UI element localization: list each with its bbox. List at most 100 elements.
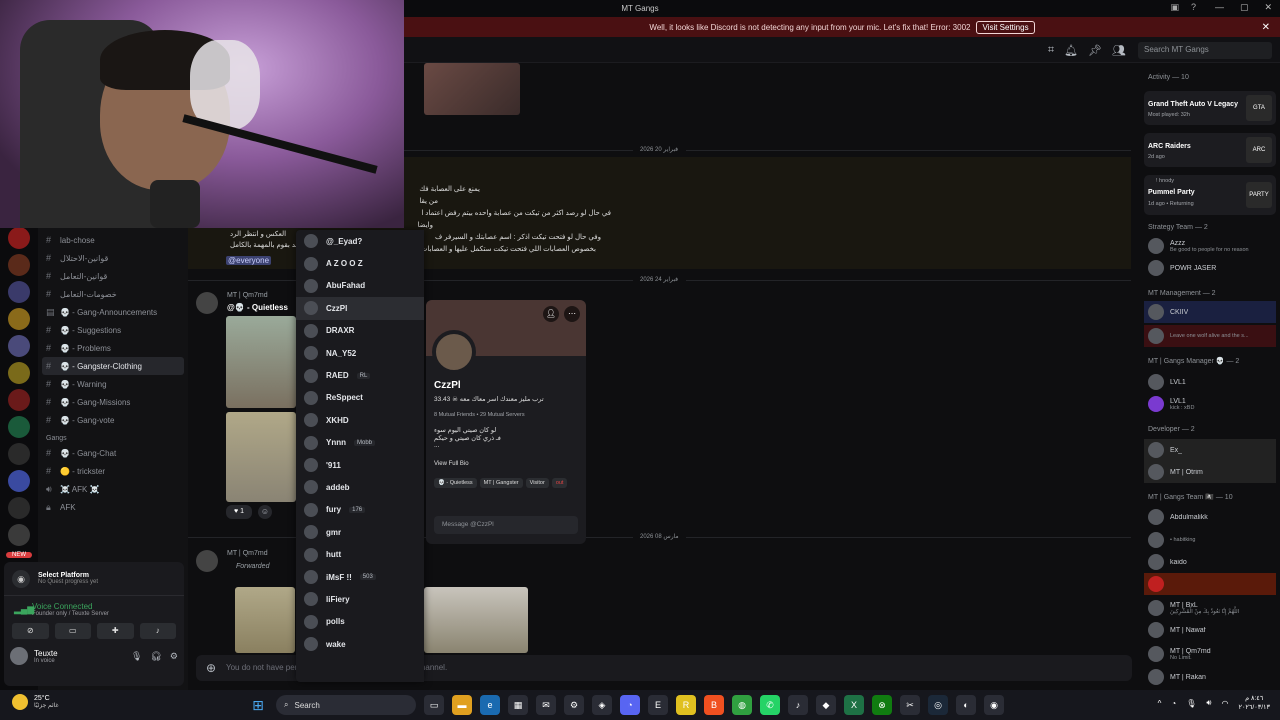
avatar[interactable] — [196, 292, 218, 314]
signal-icon[interactable]: ▂▄▆ — [14, 604, 34, 615]
discord-icon[interactable]: ◔ — [620, 695, 640, 715]
server-icon[interactable] — [8, 281, 30, 303]
activity-card[interactable]: Grand Theft Auto V Legacy Most played: 3… — [1144, 91, 1276, 125]
channel-item[interactable]: # 💀 - Warning — [38, 375, 188, 393]
settings-icon[interactable]: ⚙ — [564, 695, 584, 715]
message-image[interactable] — [226, 316, 296, 408]
pin-icon[interactable]: 📌︎ — [1088, 44, 1102, 57]
store-icon[interactable]: ▦ — [508, 695, 528, 715]
xbox-icon[interactable]: ⊗ — [872, 695, 892, 715]
minimize-icon[interactable]: — — [1215, 2, 1224, 13]
avatar[interactable] — [196, 550, 218, 572]
close-window-icon[interactable]: ✕ — [1264, 2, 1272, 13]
help-icon[interactable]: ? — [1191, 2, 1196, 13]
profile-name[interactable]: CzzPl — [434, 380, 461, 391]
server-icon[interactable] — [8, 227, 30, 249]
settings-gear-icon[interactable]: ⚙ — [170, 651, 178, 662]
server-icon[interactable] — [8, 416, 30, 438]
everyone-mention[interactable]: @everyone — [226, 256, 272, 265]
file-explorer-icon[interactable]: ▬ — [452, 695, 472, 715]
channel-item[interactable]: # 🟡 - trickster — [38, 462, 188, 480]
chevron-up-icon[interactable]: ^ — [1158, 699, 1162, 708]
app-icon[interactable]: ◉ — [984, 695, 1004, 715]
server-icon[interactable] — [8, 254, 30, 276]
mic-tray-icon[interactable]: 🎙︎ — [1186, 699, 1196, 708]
members-icon[interactable]: 👥︎ — [1112, 44, 1126, 57]
activity-card[interactable]: ! hnody Pummel Party 1d ago • Returning … — [1144, 175, 1276, 215]
mention-item[interactable]: liFiery — [296, 588, 424, 610]
channel-item[interactable]: # lab-chose — [38, 231, 188, 249]
server-icon[interactable] — [8, 308, 30, 330]
headphones-icon[interactable]: 🎧︎ — [150, 651, 161, 662]
server-icon[interactable] — [8, 443, 30, 465]
taskbar-search[interactable]: ⌕ Search — [276, 695, 416, 715]
member-row[interactable] — [1144, 573, 1276, 595]
message-image[interactable] — [235, 587, 295, 653]
channel-item[interactable]: ▤ 💀 - Gang-Announcements — [38, 303, 188, 321]
mention-item[interactable]: NA_Y52 — [296, 342, 424, 364]
mention-item[interactable]: @_Eyad? — [296, 230, 424, 252]
heart-reaction[interactable]: ♥ 1 — [226, 505, 252, 519]
voice-channel-item[interactable]: 🔒︎ AFK — [38, 498, 188, 516]
member-row[interactable]: MT | Nawaf — [1144, 619, 1276, 641]
mention-item[interactable]: hutt — [296, 543, 424, 565]
activity-card[interactable]: ARC Raiders 2d ago ARC — [1144, 133, 1276, 167]
profile-avatar[interactable] — [432, 330, 476, 374]
channel-item[interactable]: # 💀 - Gang-Chat — [38, 444, 188, 462]
member-row[interactable]: POWR JASER — [1144, 257, 1276, 279]
camera-off-icon[interactable]: ⊘ — [12, 623, 49, 639]
activities-icon[interactable]: ✚ — [97, 623, 134, 639]
message-image[interactable] — [424, 63, 520, 115]
member-row[interactable]: MT | Qm7md No Limit. — [1144, 643, 1276, 665]
mention-item[interactable]: iMsF !! 503 — [296, 566, 424, 588]
mention-item[interactable]: gmr — [296, 521, 424, 543]
maximize-icon[interactable]: ▢ — [1240, 2, 1249, 13]
channel-item-active[interactable]: # 💀 - Gangster-Clothing — [42, 357, 184, 375]
visit-settings-button[interactable]: Visit Settings — [976, 20, 1035, 34]
task-view-icon[interactable]: ▭ — [424, 695, 444, 715]
soundboard-icon[interactable]: ♪ — [139, 623, 176, 639]
member-row[interactable]: Leave one wolf alive and the s... — [1144, 325, 1276, 347]
server-icon[interactable] — [8, 362, 30, 384]
channel-item[interactable]: # قوانين-الاحتلال — [38, 249, 188, 267]
channel-item[interactable]: # 💀 - Suggestions — [38, 321, 188, 339]
network-icon[interactable]: ◔ — [1171, 699, 1176, 708]
screen-share-icon[interactable]: ▭ — [54, 623, 91, 639]
mention-item[interactable]: '911 — [296, 454, 424, 476]
member-row[interactable]: CKIIV — [1144, 301, 1276, 323]
volume-icon[interactable]: 🔊︎ — [1206, 698, 1211, 708]
weather-widget[interactable]: 25°C غائم جزئيًا — [12, 694, 59, 710]
username[interactable]: Teuxte — [34, 649, 58, 658]
member-row[interactable]: MT | BxL اللَّهُمَّ إِنَّا نَعُوذُ بِكَ م… — [1144, 597, 1276, 619]
banner-close-icon[interactable]: ✕ — [1262, 22, 1270, 33]
windows-start-icon[interactable]: ⊞ — [248, 695, 268, 715]
mention-item[interactable]: AbuFahad — [296, 275, 424, 297]
mail-icon[interactable]: ✉ — [536, 695, 556, 715]
inbox-icon[interactable]: ▣ — [1170, 2, 1179, 13]
channel-item[interactable]: # 💀 - Gang-vote — [38, 411, 188, 429]
message-image[interactable] — [424, 587, 528, 653]
add-friend-icon[interactable]: 👤︎ — [543, 306, 559, 322]
edge-icon[interactable]: e — [480, 695, 500, 715]
capcut-icon[interactable]: ✂ — [900, 695, 920, 715]
member-row[interactable]: Abdulmalikk — [1144, 506, 1276, 528]
member-row[interactable]: MT | Otrim — [1144, 461, 1276, 483]
member-row[interactable]: Azzz Be good to people for no reason — [1144, 235, 1276, 257]
member-row[interactable]: Ex_ — [1144, 439, 1276, 461]
tiktok-icon[interactable]: ♪ — [788, 695, 808, 715]
mention-item[interactable]: wake — [296, 633, 424, 655]
voice-channel-item[interactable]: 🔊︎ ☠️ AFK ☠️ — [38, 480, 188, 498]
profile-message-input[interactable]: Message @CzzPl — [434, 516, 578, 534]
mention-item[interactable]: RAED RL — [296, 364, 424, 386]
server-icon[interactable] — [8, 389, 30, 411]
wifi-icon[interactable]: ◠ — [1221, 699, 1228, 708]
message-author[interactable]: MT | Qm7md — [227, 550, 268, 557]
excel-icon[interactable]: X — [844, 695, 864, 715]
member-row[interactable]: LVL1 kick : xBD — [1144, 393, 1276, 415]
obs-icon[interactable]: ◐ — [956, 695, 976, 715]
member-row[interactable]: • habitking — [1144, 529, 1276, 551]
plus-icon[interactable]: ⊕ — [206, 661, 216, 675]
channel-item[interactable]: # 💀 - Problems — [38, 339, 188, 357]
mention-item[interactable]: A Z O O Z — [296, 252, 424, 274]
chrome-icon[interactable]: ◍ — [732, 695, 752, 715]
